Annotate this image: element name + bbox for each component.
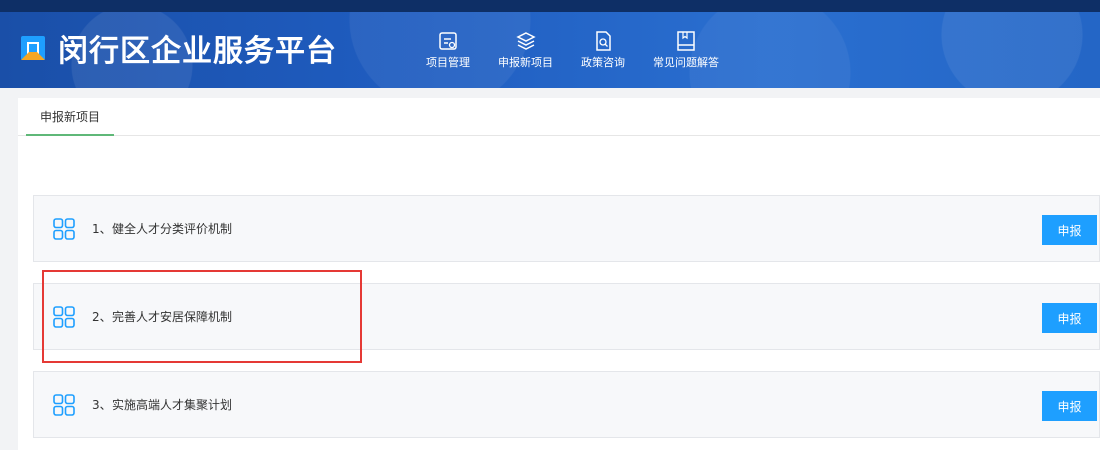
- nav-item-faq[interactable]: 常见问题解答: [639, 12, 733, 88]
- project-title: 实施高端人才集聚计划: [112, 398, 233, 412]
- apply-button[interactable]: 申报: [1042, 215, 1097, 245]
- left-margin: [0, 88, 18, 450]
- nav-item-policy-consult[interactable]: 政策咨询: [567, 12, 639, 88]
- logo-icon: [21, 36, 45, 60]
- nav-item-project-management[interactable]: 项目管理: [412, 12, 484, 88]
- nav-label: 申报新项目: [498, 56, 553, 69]
- project-item: 3、 实施高端人才集聚计划 申报: [33, 371, 1100, 438]
- project-item: 1、 健全人才分类评价机制 申报: [33, 195, 1100, 262]
- tab-new-project[interactable]: 申报新项目: [26, 98, 115, 136]
- site-title: 闵行区企业服务平台: [58, 34, 337, 69]
- project-number: 1、: [92, 222, 112, 236]
- document-search-icon: [596, 31, 611, 51]
- main-nav: 项目管理 申报新项目 政策咨询 常见问题解答: [412, 12, 733, 88]
- project-number: 2、: [92, 310, 112, 324]
- grid-icon: [53, 306, 75, 328]
- tab-bar: 申报新项目: [18, 98, 1100, 136]
- project-folder-icon: [439, 32, 457, 50]
- project-title: 健全人才分类评价机制: [112, 222, 233, 236]
- app-header: 闵行区企业服务平台 项目管理 申报新项目 政策咨询 常见问题解答: [0, 0, 1100, 88]
- book-icon: [677, 31, 695, 51]
- nav-item-new-project[interactable]: 申报新项目: [484, 12, 567, 88]
- nav-label: 项目管理: [426, 56, 470, 69]
- apply-button[interactable]: 申报: [1042, 303, 1097, 333]
- nav-label: 政策咨询: [581, 56, 625, 69]
- grid-icon: [53, 394, 75, 416]
- brand[interactable]: 闵行区企业服务平台: [20, 26, 337, 70]
- grid-icon: [53, 218, 75, 240]
- apply-button[interactable]: 申报: [1042, 391, 1097, 421]
- layers-icon: [515, 32, 536, 50]
- content-panel: 申报新项目 1、 健全人才分类评价机制 申报 2、 完善人才安居保障机制 申报: [18, 98, 1100, 450]
- nav-label: 常见问题解答: [653, 56, 719, 69]
- project-number: 3、: [92, 398, 112, 412]
- project-item: 2、 完善人才安居保障机制 申报: [33, 283, 1100, 350]
- project-title: 完善人才安居保障机制: [112, 310, 233, 324]
